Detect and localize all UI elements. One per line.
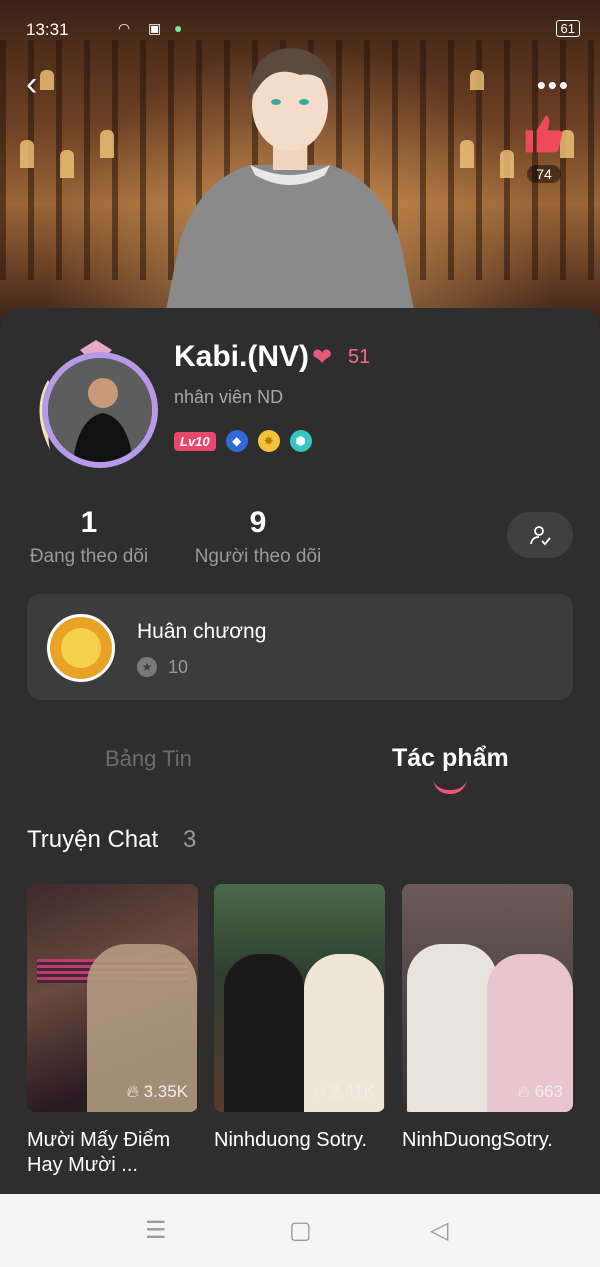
medal-icon xyxy=(47,614,115,682)
ethereum-badge-icon[interactable]: ◆ xyxy=(225,430,248,452)
character-illustration xyxy=(160,48,420,340)
medal-title: Huân chương xyxy=(137,620,267,643)
avatar xyxy=(42,352,158,468)
app-notification-icon-2: ● xyxy=(174,20,183,36)
tab-works[interactable]: Tác phẩm xyxy=(392,744,509,773)
app-notification-icon: ▣ xyxy=(148,20,162,36)
chevron-left-icon[interactable]: ‹ xyxy=(26,64,37,104)
menu-icon[interactable]: ☰ xyxy=(145,1216,167,1245)
more-dots-icon[interactable]: ••• xyxy=(537,70,570,101)
profile-name: Kabi.(NV) xyxy=(174,340,309,373)
heart-icon: ❤ xyxy=(312,344,333,371)
following-label: Đang theo dõi xyxy=(29,546,149,567)
back-triangle-icon[interactable]: ◁ xyxy=(430,1216,448,1245)
thumbs-up-icon xyxy=(525,115,563,153)
fire-icon: 🔥︎ xyxy=(517,1082,530,1101)
story-card-2[interactable]: 🔥︎ 2.41K xyxy=(214,884,385,1112)
following-stat[interactable]: 1 Đang theo dõi xyxy=(26,506,152,568)
followers-count: 9 xyxy=(249,506,267,539)
story-cover-figure-3a xyxy=(407,944,497,1112)
story-views-value-3: 663 xyxy=(534,1082,563,1101)
level-badge[interactable]: Lv10 xyxy=(174,431,216,451)
story-views-1: 🔥︎ 3.35K xyxy=(126,1082,188,1102)
followers-stat[interactable]: 9 Người theo dõi xyxy=(190,506,326,568)
story-views-value-2: 2.41K xyxy=(330,1082,375,1101)
section-count: 3 xyxy=(183,826,197,853)
story-card-1[interactable]: 🔥︎ 3.35K xyxy=(27,884,198,1112)
sun-badge-icon[interactable]: ✸ xyxy=(257,430,280,452)
like-button[interactable]: 74 xyxy=(522,112,566,184)
like-count: 74 xyxy=(527,165,561,183)
story-views-3: 🔥︎ 663 xyxy=(517,1082,563,1102)
medal-count-row: ★ 10 xyxy=(137,656,188,678)
story-title-2[interactable]: Ninhduong Sotry. xyxy=(214,1128,394,1153)
tab-feed[interactable]: Bảng Tin xyxy=(105,746,192,772)
hexagon-badge-icon[interactable]: ⬢ xyxy=(289,430,312,452)
following-count: 1 xyxy=(80,506,98,539)
badge-row: Lv10 ◆ ✸ ⬢ xyxy=(174,430,312,452)
user-check-icon xyxy=(530,526,551,546)
system-nav-bar: ☰ ▢ ◁ xyxy=(0,1194,600,1267)
story-views-value-1: 3.35K xyxy=(143,1082,188,1101)
fire-icon: 🔥︎ xyxy=(126,1082,139,1101)
profile-subtitle: nhân viên ND xyxy=(174,387,284,407)
story-cover-figure-2a xyxy=(224,954,304,1112)
status-time: 13:31 xyxy=(26,20,69,39)
medal-card[interactable]: Huân chương ★ 10 xyxy=(27,594,573,700)
story-title-1[interactable]: Mười Mấy Điểm Hay Mười ... xyxy=(27,1128,202,1178)
story-views-2: 🔥︎ 2.41K xyxy=(313,1082,375,1102)
home-icon[interactable]: ▢ xyxy=(289,1216,312,1245)
follow-button[interactable] xyxy=(507,512,573,558)
wifi-icon: ◠ xyxy=(118,20,131,36)
battery-icon: 61 xyxy=(555,20,580,37)
profile-hero-banner: 13:31 ◠ ▣ ● 61 ‹ ••• 74 xyxy=(0,0,600,340)
section-title: Truyện Chat xyxy=(27,826,159,853)
star-circle-icon: ★ xyxy=(137,657,157,678)
fire-icon: 🔥︎ xyxy=(313,1082,326,1101)
followers-label: Người theo dõi xyxy=(194,546,322,567)
heart-count: 51 xyxy=(348,346,371,368)
person-photo xyxy=(48,358,152,462)
medal-count: 10 xyxy=(168,656,189,677)
story-card-3[interactable]: 🔥︎ 663 xyxy=(402,884,573,1112)
avatar-frame[interactable] xyxy=(30,340,162,470)
story-title-3[interactable]: NinhDuongSotry. xyxy=(402,1128,592,1153)
status-bar: 13:31 ◠ ▣ ● 61 xyxy=(0,0,600,60)
